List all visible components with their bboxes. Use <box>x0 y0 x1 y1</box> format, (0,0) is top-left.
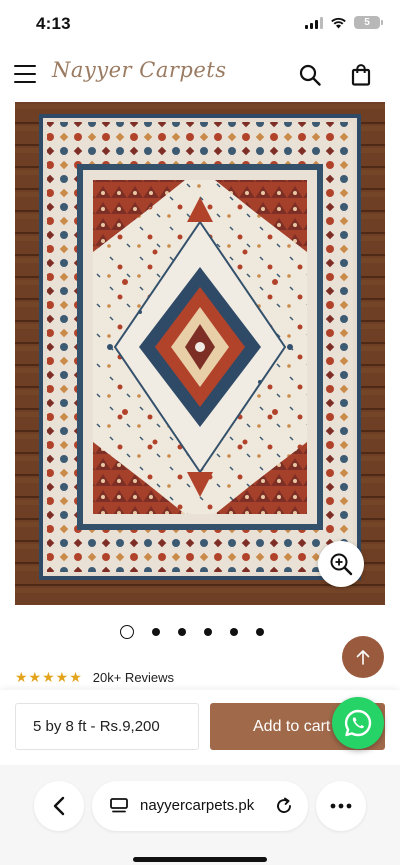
add-to-cart-label: Add to cart <box>253 717 331 735</box>
home-indicator <box>133 857 267 862</box>
shopping-bag-icon[interactable] <box>348 62 374 88</box>
carousel-dot-2[interactable] <box>152 628 160 636</box>
carousel-dot-4[interactable] <box>204 628 212 636</box>
tab-overview-icon[interactable] <box>110 798 128 814</box>
carousel-dots <box>120 625 264 639</box>
variant-select[interactable]: 5 by 8 ft - Rs.9,200 <box>15 703 199 750</box>
product-image[interactable] <box>15 102 385 605</box>
reload-icon[interactable] <box>275 797 293 815</box>
status-time: 4:13 <box>36 14 71 33</box>
status-icons: 5 <box>305 16 383 29</box>
rug-photo <box>15 102 385 605</box>
browser-toolbar: nayyercarpets.pk <box>0 765 400 865</box>
chevron-left-icon <box>53 796 65 816</box>
zoom-in-icon <box>330 553 353 576</box>
product-rating[interactable]: ★★★★★ 20k+ Reviews <box>15 669 174 686</box>
battery-level: 5 <box>364 17 370 28</box>
more-dots-icon <box>330 803 352 809</box>
reviews-count: 20k+ Reviews <box>92 670 175 685</box>
browser-back-button[interactable] <box>34 781 84 831</box>
search-icon[interactable] <box>297 62 323 88</box>
carousel-dot-1[interactable] <box>120 625 134 639</box>
site-header: Nayyer Carpets <box>0 50 400 100</box>
whatsapp-icon <box>344 709 372 737</box>
back-to-top-button[interactable] <box>342 636 384 678</box>
status-bar: 4:13 5 <box>0 0 400 48</box>
carousel-dot-6[interactable] <box>256 628 264 636</box>
wifi-icon <box>331 17 346 28</box>
menu-icon[interactable] <box>14 65 36 83</box>
carousel-dot-5[interactable] <box>230 628 238 636</box>
url-text: nayyercarpets.pk <box>140 797 255 814</box>
more-options-button[interactable] <box>316 781 366 831</box>
zoom-button[interactable] <box>318 541 364 587</box>
carousel-dot-3[interactable] <box>178 628 186 636</box>
whatsapp-chat-button[interactable] <box>332 697 384 749</box>
arrow-up-icon <box>356 650 370 665</box>
site-logo[interactable]: Nayyer Carpets <box>52 58 226 82</box>
product-page: 4:13 5 Nayyer Carpets ★★★★★ 20k+ Reviews… <box>0 0 400 865</box>
rating-stars: ★★★★★ <box>15 669 83 685</box>
cellular-signal-icon <box>305 16 323 29</box>
address-bar[interactable]: nayyercarpets.pk <box>92 781 308 831</box>
battery-icon: 5 <box>354 16 383 29</box>
